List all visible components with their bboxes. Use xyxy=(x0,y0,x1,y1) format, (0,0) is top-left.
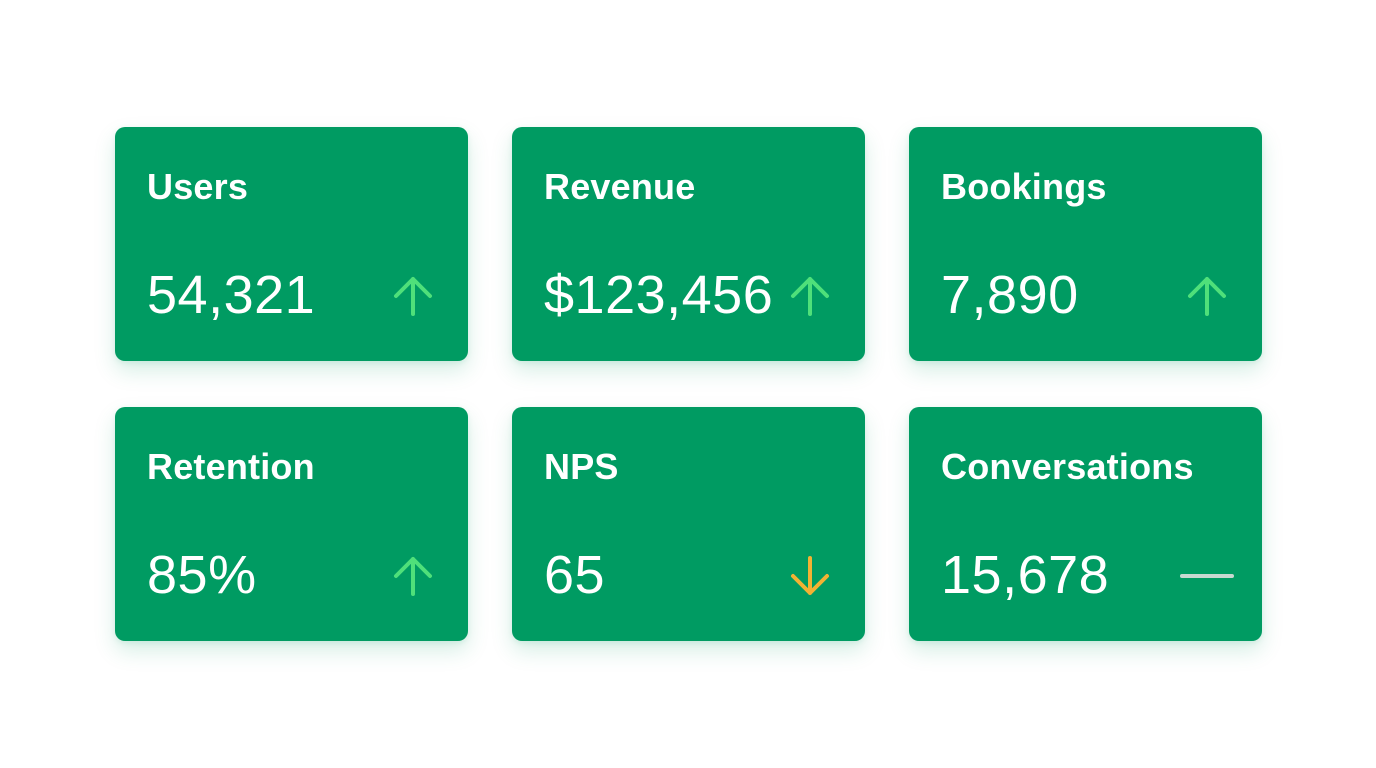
kpi-card-value: $123,456 xyxy=(544,265,774,325)
kpi-card-label: Retention xyxy=(147,446,315,487)
arrow-up-icon xyxy=(386,269,440,323)
kpi-card-revenue[interactable]: Revenue $123,456 xyxy=(512,127,865,361)
kpi-card-value: 54,321 xyxy=(147,265,316,325)
kpi-card-conversations[interactable]: Conversations 15,678 xyxy=(909,407,1262,641)
arrow-up-icon xyxy=(1180,269,1234,323)
kpi-card-label: Users xyxy=(147,166,249,207)
kpi-card-value: 65 xyxy=(544,545,606,605)
kpi-card-label: Revenue xyxy=(544,166,696,207)
dash-icon xyxy=(1180,549,1234,603)
kpi-card-nps[interactable]: NPS 65 xyxy=(512,407,865,641)
kpi-card-label: Conversations xyxy=(941,446,1194,487)
kpi-card-grid: Users 54,321 Revenue $123,456 Bookings 7… xyxy=(115,127,1262,641)
kpi-card-users[interactable]: Users 54,321 xyxy=(115,127,468,361)
kpi-card-bookings[interactable]: Bookings 7,890 xyxy=(909,127,1262,361)
arrow-down-icon xyxy=(783,549,837,603)
kpi-card-label: Bookings xyxy=(941,166,1107,207)
kpi-card-value: 7,890 xyxy=(941,265,1079,325)
arrow-up-icon xyxy=(386,549,440,603)
arrow-up-icon xyxy=(783,269,837,323)
kpi-card-retention[interactable]: Retention 85% xyxy=(115,407,468,641)
kpi-card-value: 85% xyxy=(147,545,257,605)
kpi-card-label: NPS xyxy=(544,446,619,487)
kpi-card-value: 15,678 xyxy=(941,545,1110,605)
